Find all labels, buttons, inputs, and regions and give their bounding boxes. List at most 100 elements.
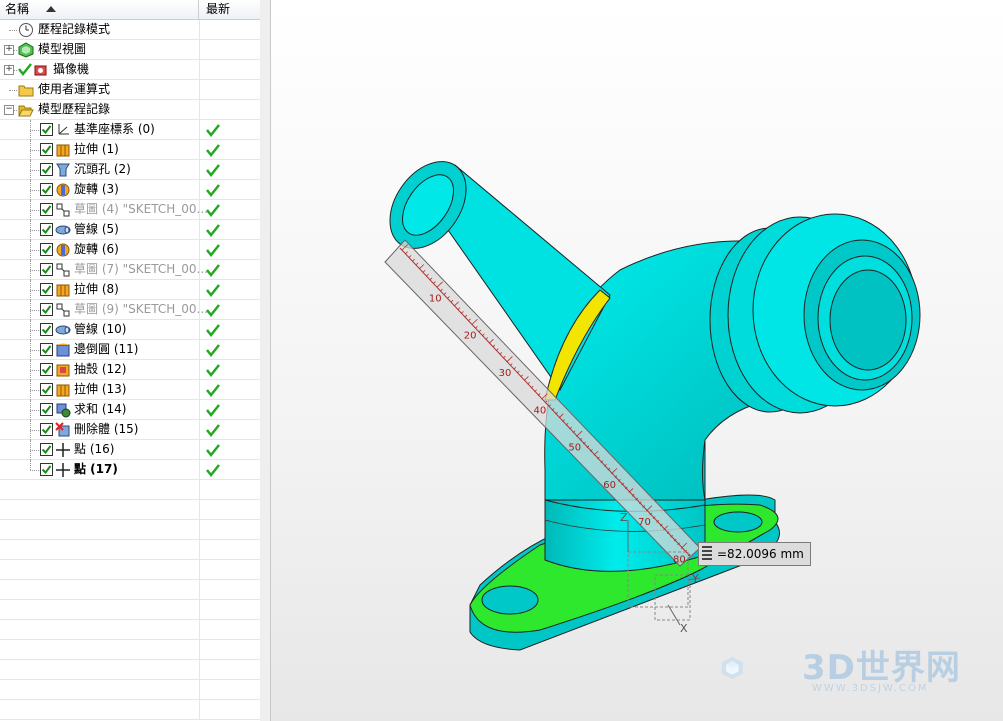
tree-node[interactable]: 基準座標系 (0) bbox=[0, 120, 260, 140]
column-divider bbox=[199, 440, 200, 460]
sketch-icon bbox=[55, 202, 71, 218]
tree-node[interactable]: 旋轉 (3) bbox=[0, 180, 260, 200]
extrude-icon bbox=[55, 282, 71, 298]
socket-fitting[interactable] bbox=[709, 213, 921, 414]
visibility-checkbox[interactable] bbox=[40, 183, 53, 196]
empty-row bbox=[0, 520, 260, 540]
drag-grip-icon[interactable] bbox=[702, 546, 712, 561]
visibility-checkbox[interactable] bbox=[40, 243, 53, 256]
up-to-date-check-icon bbox=[206, 263, 220, 278]
tree-node[interactable]: 使用者運算式 bbox=[0, 80, 260, 100]
visibility-checkbox[interactable] bbox=[40, 403, 53, 416]
measurement-readout[interactable]: =82.0096 mm bbox=[698, 542, 811, 566]
tree-connector bbox=[9, 90, 17, 91]
empty-row bbox=[0, 680, 260, 700]
visibility-checkbox[interactable] bbox=[40, 343, 53, 356]
ruler-tick-label: 30 bbox=[499, 368, 512, 379]
tree-node[interactable]: 邊倒圓 (11) bbox=[0, 340, 260, 360]
up-to-date-check-icon bbox=[206, 403, 220, 418]
visibility-checkbox[interactable] bbox=[40, 143, 53, 156]
up-to-date-check-icon bbox=[206, 163, 220, 178]
empty-row bbox=[0, 480, 260, 500]
column-divider bbox=[199, 220, 200, 240]
visibility-checkbox[interactable] bbox=[40, 423, 53, 436]
column-divider bbox=[199, 500, 200, 520]
column-divider bbox=[199, 80, 200, 100]
collapse-icon[interactable]: − bbox=[4, 105, 14, 115]
tree-node[interactable]: 草圖 (9) "SKETCH_00... bbox=[0, 300, 260, 320]
tree-node[interactable]: 求和 (14) bbox=[0, 400, 260, 420]
tree-node[interactable]: + 模型視圖 bbox=[0, 40, 260, 60]
tree-node[interactable]: 拉伸 (8) bbox=[0, 280, 260, 300]
visibility-checkbox[interactable] bbox=[40, 383, 53, 396]
panel-splitter[interactable] bbox=[260, 0, 271, 721]
visibility-checkbox[interactable] bbox=[40, 283, 53, 296]
tree-node[interactable]: 草圖 (4) "SKETCH_00... bbox=[0, 200, 260, 220]
model-view[interactable]: 10 20 30 40 50 60 70 80 Z Y X bbox=[271, 0, 1003, 721]
column-header-latest[interactable]: 最新 bbox=[200, 0, 260, 19]
tree-node[interactable]: 草圖 (7) "SKETCH_00... bbox=[0, 260, 260, 280]
datum-csys-icon bbox=[55, 122, 71, 138]
visibility-checkbox[interactable] bbox=[40, 303, 53, 316]
visibility-checkbox[interactable] bbox=[40, 263, 53, 276]
tree-connector bbox=[30, 230, 39, 231]
column-divider bbox=[199, 600, 200, 620]
tree-node[interactable]: 拉伸 (13) bbox=[0, 380, 260, 400]
tree-connector bbox=[30, 290, 39, 291]
graphics-window[interactable]: 10 20 30 40 50 60 70 80 Z Y X bbox=[271, 0, 1003, 721]
column-header-name[interactable]: 名稱 bbox=[0, 0, 199, 19]
tree-node-label: 邊倒圓 (11) bbox=[74, 342, 139, 356]
extrude-icon bbox=[55, 382, 71, 398]
tree-node-label: 草圖 (9) "SKETCH_00... bbox=[74, 302, 208, 316]
expand-icon[interactable]: + bbox=[4, 65, 14, 75]
tree-node[interactable]: 管線 (5) bbox=[0, 220, 260, 240]
column-divider bbox=[199, 480, 200, 500]
camera-icon bbox=[33, 62, 49, 78]
visibility-checkbox[interactable] bbox=[40, 463, 53, 476]
tree-node[interactable]: + 攝像機 bbox=[0, 60, 260, 80]
expand-icon[interactable]: + bbox=[4, 45, 14, 55]
column-divider bbox=[199, 180, 200, 200]
hole-icon bbox=[55, 162, 71, 178]
column-divider bbox=[199, 680, 200, 700]
tree-node[interactable]: 歷程記錄模式 bbox=[0, 20, 260, 40]
visibility-checkbox[interactable] bbox=[40, 163, 53, 176]
tree-node[interactable]: 點 (16) bbox=[0, 440, 260, 460]
column-divider bbox=[199, 240, 200, 260]
tree-node[interactable]: 沉頭孔 (2) bbox=[0, 160, 260, 180]
column-divider bbox=[199, 320, 200, 340]
tree-node[interactable]: 拉伸 (1) bbox=[0, 140, 260, 160]
tree-node-label: 拉伸 (13) bbox=[74, 382, 127, 396]
tree-node-label: 草圖 (7) "SKETCH_00... bbox=[74, 262, 208, 276]
tree-node[interactable]: 點 (17) bbox=[0, 460, 260, 480]
visibility-checkbox[interactable] bbox=[40, 123, 53, 136]
visibility-checkbox[interactable] bbox=[40, 323, 53, 336]
tree-node-label: 拉伸 (1) bbox=[74, 142, 119, 156]
tree-node[interactable]: 刪除體 (15) bbox=[0, 420, 260, 440]
tree-node[interactable]: 管線 (10) bbox=[0, 320, 260, 340]
tree-node-label: 旋轉 (3) bbox=[74, 182, 119, 196]
tree-node[interactable]: 抽殼 (12) bbox=[0, 360, 260, 380]
tree-connector bbox=[30, 350, 39, 351]
visibility-checkbox[interactable] bbox=[40, 223, 53, 236]
tree-connector bbox=[30, 150, 39, 151]
visibility-checkbox[interactable] bbox=[40, 203, 53, 216]
point-icon bbox=[55, 442, 71, 458]
tree-node-label: 點 (16) bbox=[74, 442, 115, 456]
revolve-icon bbox=[55, 242, 71, 258]
clock-icon bbox=[18, 22, 34, 38]
column-divider bbox=[199, 660, 200, 680]
delete-body-icon bbox=[55, 422, 71, 438]
up-to-date-check-icon bbox=[206, 383, 220, 398]
tree-node-label: 點 (17) bbox=[74, 462, 118, 476]
tree-node-label: 刪除體 (15) bbox=[74, 422, 139, 436]
visibility-checkbox[interactable] bbox=[40, 363, 53, 376]
tree-connector bbox=[30, 210, 39, 211]
column-divider bbox=[199, 580, 200, 600]
visibility-checkbox[interactable] bbox=[40, 443, 53, 456]
tree-node[interactable]: − 模型歷程記錄 bbox=[0, 100, 260, 120]
tree-connector bbox=[30, 460, 31, 470]
tree-node[interactable]: 旋轉 (6) bbox=[0, 240, 260, 260]
up-to-date-check-icon bbox=[206, 283, 220, 298]
tree-connector bbox=[30, 370, 39, 371]
